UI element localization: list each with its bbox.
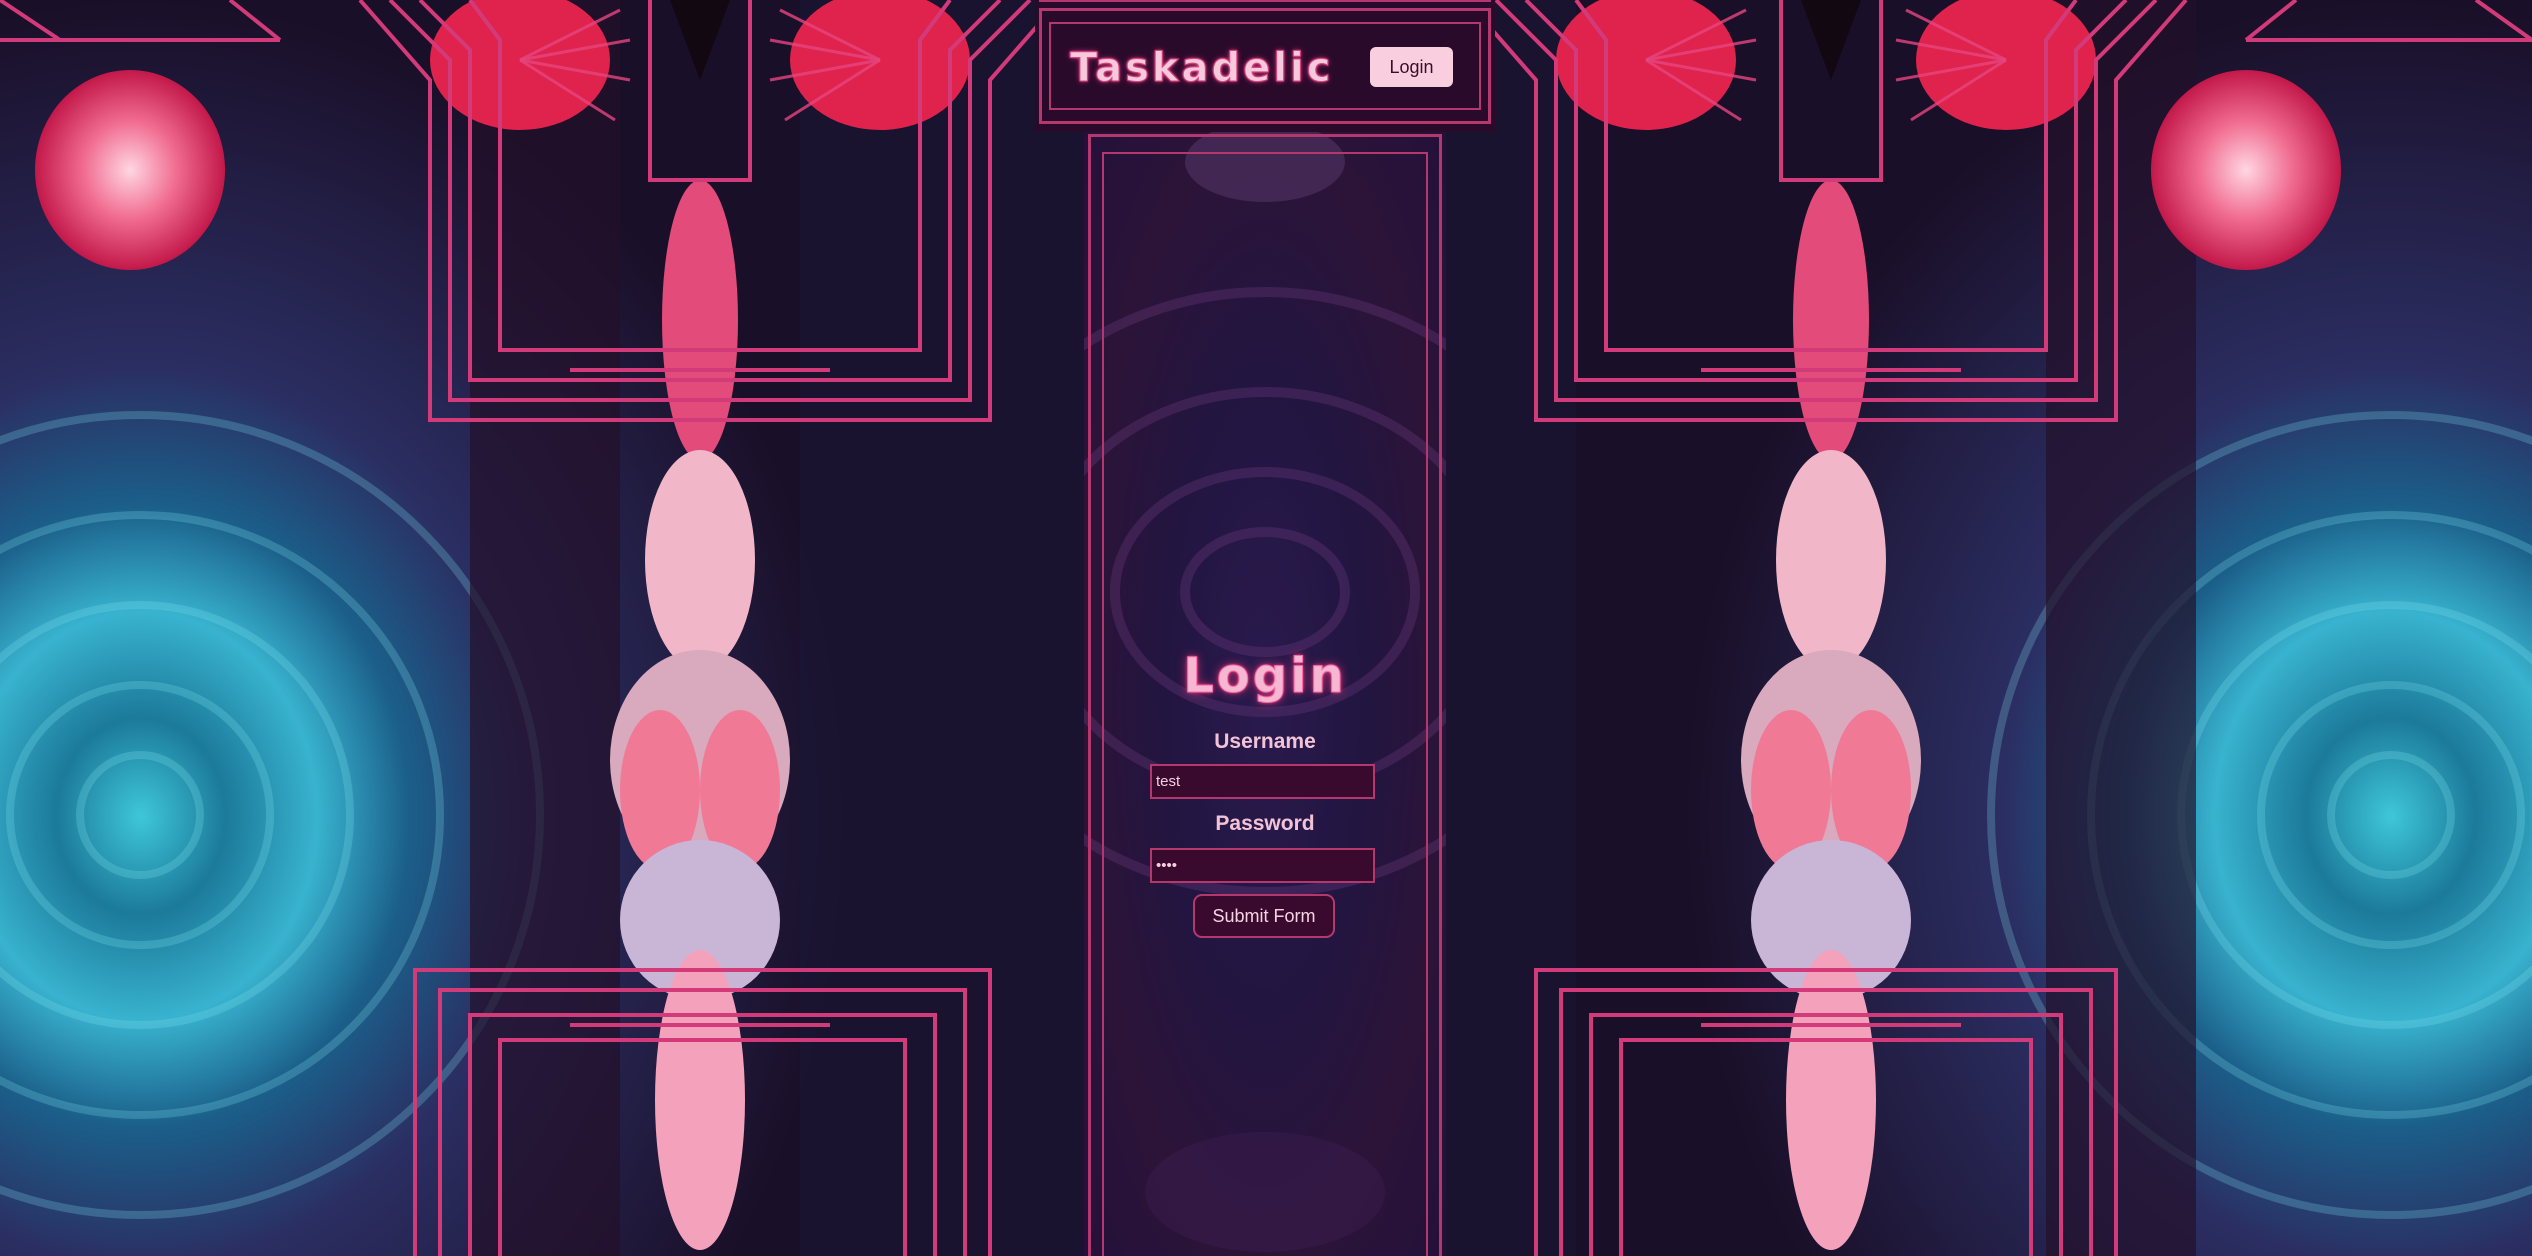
header-top-line [1039,0,1491,2]
form-title: Login [1183,648,1347,705]
column-frame-inner [1102,152,1428,1256]
submit-button[interactable]: Submit Form [1193,894,1335,938]
password-label: Password [1215,812,1315,835]
background-art-right [1446,0,2532,1256]
username-label: Username [1214,730,1316,753]
brand-logo[interactable]: Taskadelic [1069,38,1333,98]
nav-login-button[interactable]: Login [1370,47,1453,87]
site-header: Taskadelic Login [1035,0,1495,132]
username-input[interactable] [1150,764,1375,799]
login-column: Login Username Password Submit Form [1084,132,1446,1256]
password-input[interactable] [1150,848,1375,883]
background-art-left [0,0,1084,1256]
app-root: Taskadelic Login Login Username Password… [0,0,2532,1256]
